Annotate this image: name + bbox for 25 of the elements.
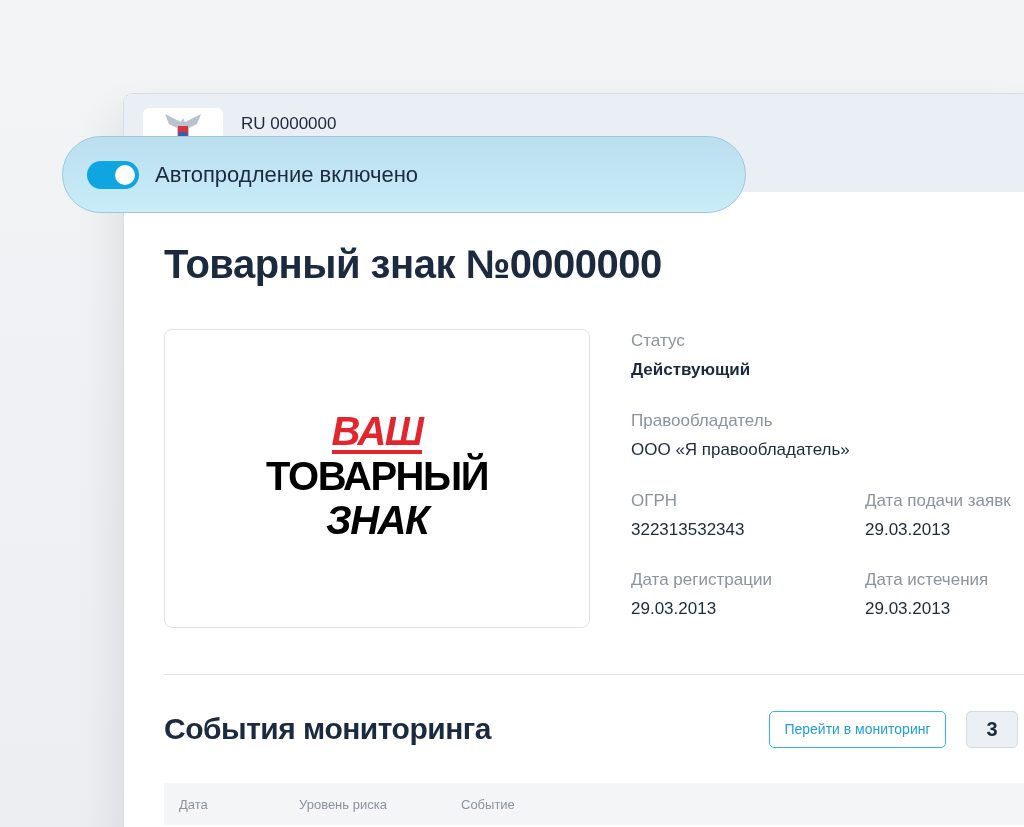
field-label: Дата регистрации	[631, 570, 773, 591]
field-label: Правообладатель	[631, 410, 774, 431]
field-label: Дата истечения	[865, 570, 990, 591]
monitoring-button[interactable]: Перейти в мониторинг	[769, 710, 946, 748]
toggle-switch[interactable]	[87, 160, 139, 189]
toggle-label: Автопродление включено	[155, 161, 419, 188]
trademark-text: ВАШ	[331, 411, 423, 454]
column-header: Дата	[179, 796, 209, 812]
field-value: 29.03.2013	[631, 598, 718, 620]
field-value: 322313532343	[631, 518, 746, 540]
field-label: Дата подачи заявк	[865, 490, 1012, 511]
section-title: События мониторинга	[164, 712, 493, 746]
page-title: Товарный знак №0000000	[164, 241, 663, 288]
column-header: Уровень риска	[299, 796, 388, 812]
trademark-text: ЗНАК	[325, 497, 429, 542]
field-value: 29.03.2013	[865, 518, 952, 540]
trademark-text: ТОВАРНЫЙ	[266, 453, 488, 498]
count-badge: 3	[966, 710, 1018, 748]
field-value: Действующий	[631, 359, 752, 380]
registration-number: RU 0000000	[241, 114, 337, 134]
field-value: ООО «Я правообладатель»	[631, 438, 851, 460]
column-header: Событие	[461, 796, 515, 812]
field-label: ОГРН	[631, 490, 679, 511]
field-value: 29.03.2013	[865, 598, 952, 620]
field-label: Статус	[631, 331, 686, 351]
